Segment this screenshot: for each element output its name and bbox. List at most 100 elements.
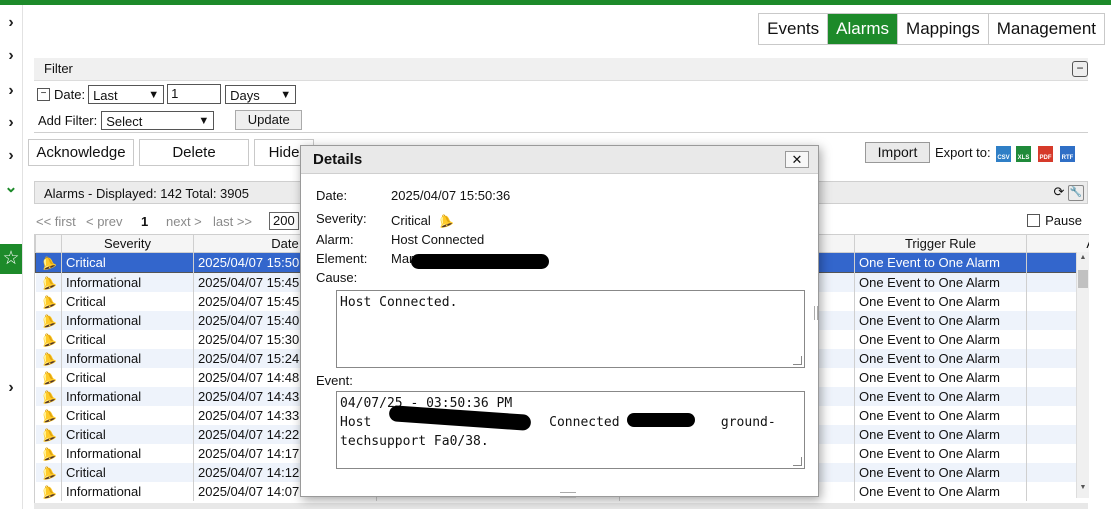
chevron-right-icon[interactable]: › [3, 148, 19, 164]
informational-bell-icon: 🔔 [38, 311, 58, 330]
prev-page-link[interactable]: < prev [86, 214, 123, 229]
filter-title: Filter [44, 61, 73, 76]
dialog-header[interactable]: Details ✕ [301, 146, 818, 174]
severity-icon-cell: 🔔 [35, 368, 62, 387]
date-amount-input[interactable]: 1 [167, 84, 222, 104]
severity-icon-cell: 🔔 [35, 330, 62, 349]
trigger-rule-cell: One Event to One Alarm [854, 406, 1027, 425]
csv-export-icon[interactable]: CSV [996, 146, 1011, 162]
main-tabs: Events Alarms Mappings Management [758, 13, 1105, 45]
tab-alarms[interactable]: Alarms [827, 14, 898, 44]
excel-export-icon[interactable]: XLS [1016, 146, 1031, 162]
column-header-extra[interactable]: A [1026, 234, 1089, 253]
add-filter-row: Add Filter: Select ▼ Update [38, 110, 303, 130]
informational-bell-icon: 🔔 [38, 444, 58, 463]
date-unit-select[interactable]: Days ▼ [225, 84, 297, 104]
chevron-down-icon: ▼ [198, 114, 210, 127]
severity-cell: Informational [61, 387, 194, 406]
pause-checkbox[interactable] [1027, 214, 1041, 227]
severity-icon-cell: 🔔 [35, 387, 62, 406]
scrollbar-thumb[interactable] [1078, 270, 1088, 288]
last-page-link[interactable]: last >> [213, 214, 252, 229]
trigger-rule-cell: One Event to One Alarm [854, 330, 1027, 349]
cause-textarea[interactable]: Host Connected. [336, 290, 805, 368]
wrench-icon[interactable]: 🔧 [1068, 185, 1084, 201]
divider [34, 132, 1088, 133]
detail-severity-value: Critical 🔔 [391, 211, 456, 231]
dialog-title: Details [313, 151, 363, 168]
horizontal-scrollbar[interactable] [34, 503, 1088, 509]
chevron-right-icon[interactable]: › [3, 380, 19, 396]
severity-icon-cell: 🔔 [35, 292, 62, 311]
detail-cause-label: Cause: [316, 270, 358, 285]
filter-panel-header: Filter − [34, 58, 1088, 81]
import-button[interactable]: Import [865, 142, 930, 163]
column-header-icon[interactable] [35, 234, 62, 253]
critical-bell-icon: 🔔 [38, 406, 58, 425]
update-button[interactable]: Update [235, 110, 303, 130]
chevron-down-icon: ▼ [148, 88, 160, 101]
critical-bell-icon: 🔔 [38, 330, 58, 349]
column-header-trigger-rule[interactable]: Trigger Rule [854, 234, 1027, 253]
redaction-mark [627, 413, 695, 427]
star-icon[interactable]: ☆ [0, 244, 22, 274]
trigger-rule-cell: One Event to One Alarm [854, 444, 1027, 463]
details-dialog: Details ✕ Date: 2025/04/07 15:50:36 Seve… [300, 145, 819, 498]
trigger-rule-cell: One Event to One Alarm [854, 387, 1027, 406]
severity-cell: Critical [61, 330, 194, 349]
tab-events[interactable]: Events [759, 14, 828, 44]
close-icon[interactable]: ✕ [785, 151, 809, 168]
severity-icon-cell: 🔔 [35, 349, 62, 368]
date-mode-select[interactable]: Last ▼ [88, 84, 165, 104]
severity-cell: Critical [61, 252, 194, 273]
trigger-rule-cell: One Event to One Alarm [854, 252, 1027, 273]
detail-date-label: Date: [316, 188, 348, 203]
next-page-link[interactable]: next > [166, 214, 202, 229]
collapse-filter-button[interactable]: − [1072, 61, 1088, 77]
trigger-rule-cell: One Event to One Alarm [854, 425, 1027, 444]
severity-icon-cell: 🔔 [35, 463, 62, 482]
resize-grip-icon[interactable] [793, 457, 802, 466]
severity-icon-cell: 🔔 [35, 425, 62, 444]
resize-grip-icon[interactable] [793, 356, 802, 365]
severity-cell: Informational [61, 349, 194, 368]
splitter-handle[interactable] [814, 306, 818, 320]
trigger-rule-cell: One Event to One Alarm [854, 272, 1027, 292]
critical-bell-icon: 🔔 [38, 463, 58, 482]
severity-cell: Informational [61, 272, 194, 292]
alarms-count-title: Alarms - Displayed: 142 Total: 3905 [44, 186, 249, 201]
event-textarea[interactable]: 04/07/25 - 03:50:36 PM Host Connected to … [336, 391, 805, 469]
chevron-right-icon[interactable]: › [3, 15, 19, 31]
acknowledge-button[interactable]: Acknowledge [28, 139, 134, 166]
critical-bell-icon: 🔔 [38, 368, 58, 387]
chevron-down-icon[interactable]: ⌄ [3, 180, 19, 196]
tab-management[interactable]: Management [987, 14, 1104, 44]
collapse-date-icon[interactable]: − [37, 87, 50, 101]
detail-alarm-label: Alarm: [316, 232, 354, 247]
detail-date-value: 2025/04/07 15:50:36 [391, 188, 511, 203]
scroll-down-icon[interactable]: ▼ [1078, 484, 1088, 496]
severity-cell: Informational [61, 444, 194, 463]
scroll-up-icon[interactable]: ▲ [1078, 254, 1088, 266]
add-filter-select[interactable]: Select ▼ [101, 110, 215, 130]
rtf-export-icon[interactable]: RTF [1060, 146, 1075, 162]
vertical-scrollbar[interactable]: ▲ ▼ [1076, 252, 1089, 498]
tab-mappings[interactable]: Mappings [897, 14, 988, 44]
severity-icon-cell: 🔔 [35, 482, 62, 501]
detail-severity-label: Severity: [316, 211, 367, 226]
column-header-severity[interactable]: Severity [61, 234, 194, 253]
chevron-right-icon[interactable]: › [3, 83, 19, 99]
dialog-drag-grip[interactable] [560, 492, 576, 498]
chevron-right-icon[interactable]: › [3, 115, 19, 131]
severity-cell: Critical [61, 292, 194, 311]
pdf-export-icon[interactable]: PDF [1038, 146, 1053, 162]
pause-toggle[interactable]: Pause [1027, 213, 1082, 228]
severity-cell: Critical [61, 406, 194, 425]
delete-button[interactable]: Delete [139, 139, 249, 166]
trigger-rule-cell: One Event to One Alarm [854, 482, 1027, 501]
chevron-right-icon[interactable]: › [3, 48, 19, 64]
page-size-input[interactable]: 200 [269, 212, 299, 230]
first-page-link[interactable]: << first [36, 214, 76, 229]
refresh-icon[interactable]: ⟳ [1052, 185, 1066, 199]
detail-alarm-value: Host Connected [391, 232, 485, 247]
